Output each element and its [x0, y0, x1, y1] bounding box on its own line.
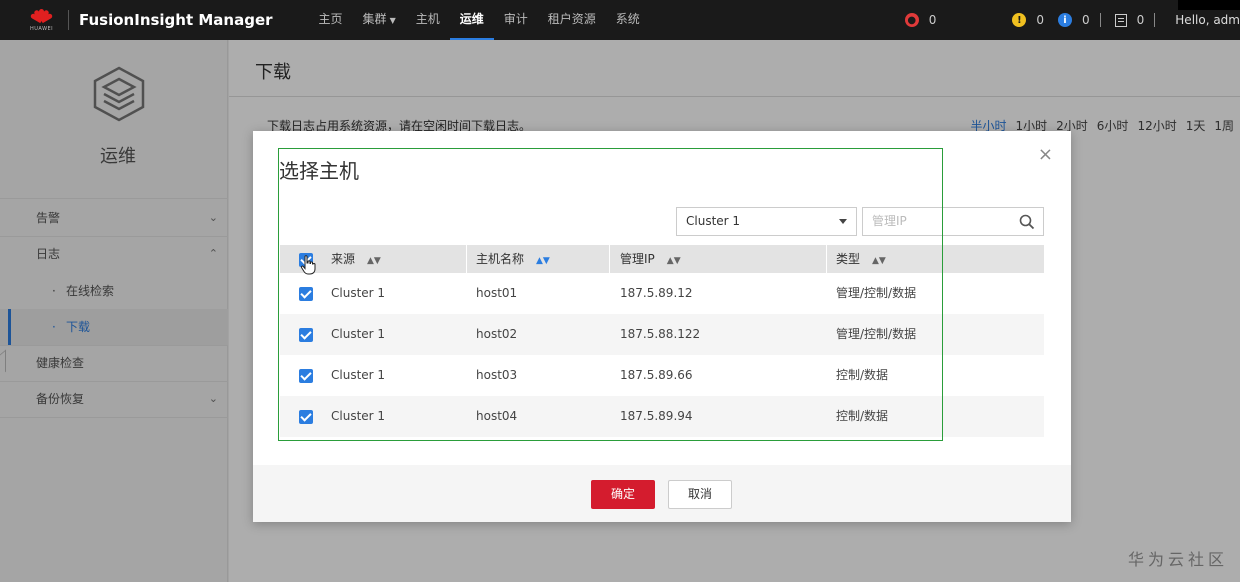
- caret-down-icon: [839, 219, 847, 224]
- info-count: 0: [1082, 13, 1090, 27]
- cell-type: 管理/控制/数据: [836, 286, 917, 300]
- watermark: 华为云社区: [1127, 550, 1228, 569]
- cell-source: Cluster 1: [331, 368, 386, 382]
- select-host-dialog: 选择主机 × Cluster 1 管理IP 来源 ▲▼ 主机名称 ▲▼ 管理IP…: [253, 131, 1071, 522]
- confirm-button[interactable]: 确定: [591, 480, 655, 509]
- column-divider: [466, 245, 467, 273]
- table-row[interactable]: Cluster 1 host03 187.5.89.66 控制/数据: [280, 355, 1044, 396]
- major-alarm-indicator[interactable]: ! 0: [1012, 13, 1044, 27]
- cell-ip: 187.5.89.12: [620, 286, 693, 300]
- task-list-icon: [1114, 13, 1127, 27]
- huawei-logo-icon: HUAWEI: [29, 9, 54, 32]
- nav-cluster[interactable]: 集群 ▼: [353, 0, 406, 40]
- row-checkbox[interactable]: [299, 410, 313, 424]
- huawei-logo: HUAWEI: [0, 9, 54, 32]
- row-checkbox[interactable]: [299, 328, 313, 342]
- nav-audit[interactable]: 审计: [494, 0, 538, 40]
- column-header-source[interactable]: 来源 ▲▼: [331, 245, 381, 275]
- column-header-label: 管理IP: [620, 252, 655, 266]
- nav-home[interactable]: 主页: [309, 0, 353, 40]
- task-count: 0: [1136, 13, 1145, 27]
- cell-hostname: host04: [476, 409, 518, 423]
- cell-type: 控制/数据: [836, 409, 889, 423]
- nav-hosts[interactable]: 主机: [406, 0, 450, 40]
- cell-hostname: host03: [476, 368, 518, 382]
- cell-ip: 187.5.89.94: [620, 409, 693, 423]
- column-header-label: 来源: [331, 252, 356, 266]
- nav-operations[interactable]: 运维: [449, 0, 494, 40]
- critical-count: 0: [928, 13, 937, 27]
- info-indicator[interactable]: i 0: [1058, 13, 1101, 27]
- sort-icon[interactable]: ▲▼: [536, 256, 550, 266]
- brand-sub: HUAWEI: [30, 26, 54, 32]
- ip-search-input[interactable]: 管理IP: [862, 207, 1044, 236]
- critical-alarm-icon: ●: [904, 13, 919, 27]
- table-header: 来源 ▲▼ 主机名称 ▲▼ 管理IP ▲▼ 类型 ▲▼: [280, 245, 1044, 275]
- sort-icon[interactable]: ▲▼: [667, 256, 681, 266]
- dialog-footer: 确定 取消: [253, 465, 1071, 522]
- cell-ip: 187.5.89.66: [620, 368, 693, 382]
- row-checkbox[interactable]: [299, 287, 313, 301]
- table-row[interactable]: Cluster 1 host02 187.5.88.122 管理/控制/数据: [280, 314, 1044, 355]
- major-count: 0: [1036, 13, 1044, 27]
- row-checkbox[interactable]: [299, 369, 313, 383]
- column-divider: [609, 245, 610, 273]
- ip-search-placeholder: 管理IP: [872, 214, 907, 228]
- indicator-divider: [1154, 13, 1156, 27]
- close-icon[interactable]: ×: [1038, 144, 1053, 165]
- main-nav: 主页 集群 ▼ 主机 运维 审计 租户资源 系统: [309, 0, 650, 40]
- cell-hostname: host01: [476, 286, 518, 300]
- indicator-divider: [1099, 13, 1101, 27]
- column-header-type[interactable]: 类型 ▲▼: [836, 245, 886, 275]
- top-navbar: HUAWEI FusionInsight Manager 主页 集群 ▼ 主机 运…: [0, 0, 1240, 40]
- table-row[interactable]: Cluster 1 host01 187.5.89.12 管理/控制/数据: [280, 273, 1044, 314]
- nav-tenant[interactable]: 租户资源: [538, 0, 606, 40]
- dialog-title: 选择主机: [279, 159, 359, 183]
- column-header-label: 类型: [836, 252, 861, 266]
- warning-icon: !: [1012, 13, 1027, 27]
- table-row[interactable]: Cluster 1 host04 187.5.89.94 控制/数据: [280, 396, 1044, 437]
- logo-divider: [68, 10, 69, 30]
- sort-icon[interactable]: ▲▼: [367, 256, 381, 266]
- column-header-hostname[interactable]: 主机名称 ▲▼: [476, 245, 550, 275]
- cell-ip: 187.5.88.122: [620, 327, 701, 341]
- cluster-select-value: Cluster 1: [686, 214, 741, 228]
- cell-hostname: host02: [476, 327, 518, 341]
- cell-type: 控制/数据: [836, 368, 889, 382]
- nav-cluster-label: 集群: [362, 12, 387, 26]
- app-title: FusionInsight Manager: [79, 11, 273, 29]
- column-header-ip[interactable]: 管理IP ▲▼: [620, 245, 681, 275]
- sort-icon[interactable]: ▲▼: [872, 256, 886, 266]
- column-header-label: 主机名称: [476, 252, 525, 266]
- task-indicator[interactable]: 0: [1114, 13, 1156, 27]
- corner-mask: [1178, 0, 1240, 10]
- column-divider: [826, 245, 827, 273]
- hand-cursor-icon: [300, 255, 316, 275]
- cluster-select[interactable]: Cluster 1: [676, 207, 857, 236]
- user-greeting[interactable]: Hello, adm: [1175, 13, 1240, 27]
- cell-source: Cluster 1: [331, 286, 386, 300]
- cell-source: Cluster 1: [331, 409, 386, 423]
- nav-system[interactable]: 系统: [606, 0, 650, 40]
- info-icon: i: [1058, 13, 1072, 27]
- cell-type: 管理/控制/数据: [836, 327, 917, 341]
- critical-alarm-indicator[interactable]: ● 0: [904, 13, 937, 27]
- cancel-button[interactable]: 取消: [668, 480, 732, 509]
- host-table: 来源 ▲▼ 主机名称 ▲▼ 管理IP ▲▼ 类型 ▲▼ Cluster 1 host01…: [280, 245, 1044, 437]
- search-icon[interactable]: [1019, 214, 1035, 230]
- cell-source: Cluster 1: [331, 327, 386, 341]
- caret-down-icon: ▼: [389, 16, 396, 25]
